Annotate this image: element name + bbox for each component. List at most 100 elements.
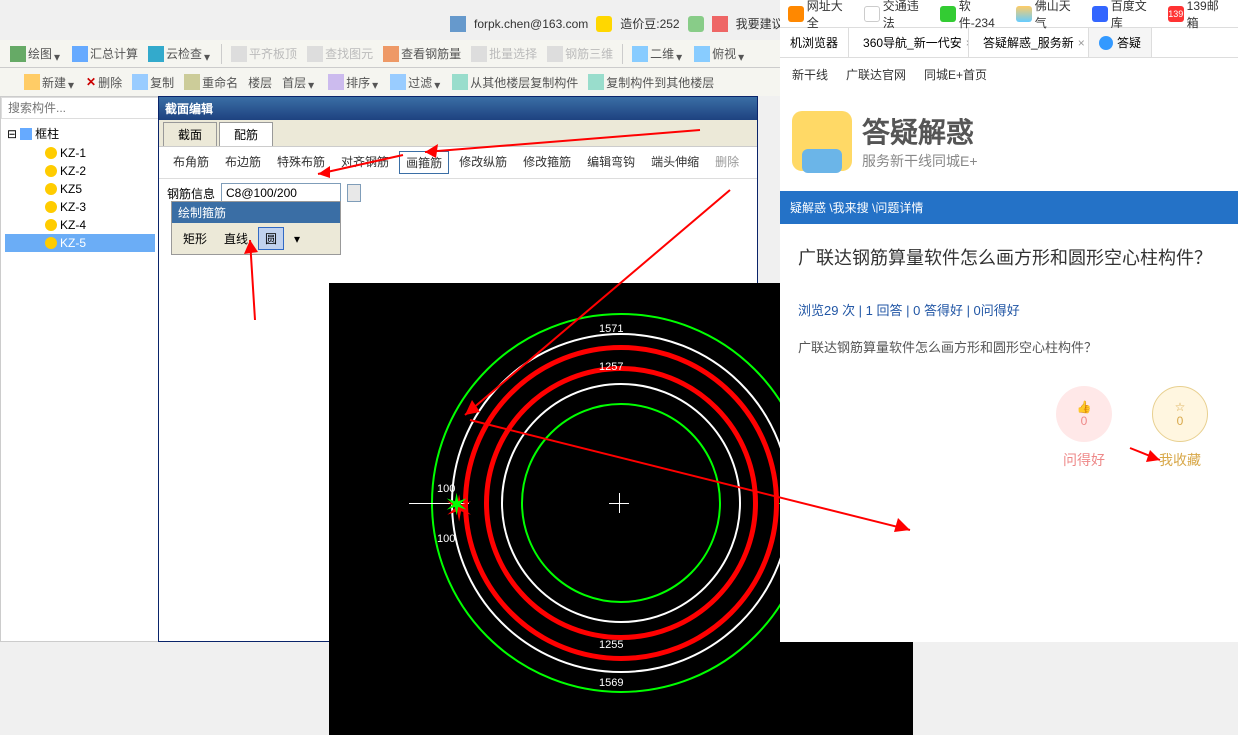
- copyfrom-icon: [452, 74, 468, 90]
- suggest-link[interactable]: 我要建议: [736, 15, 784, 32]
- user-email[interactable]: forpk.chen@163.com: [474, 17, 588, 31]
- roof-icon: [231, 46, 247, 62]
- nav-icon: [788, 6, 804, 22]
- link-gld[interactable]: 广联达官网: [846, 66, 906, 83]
- tab-section[interactable]: 截面: [163, 122, 217, 146]
- bm-nav[interactable]: 网址大全: [788, 0, 854, 31]
- vote-good[interactable]: 👍0 问得好: [1056, 386, 1112, 470]
- floor-btn[interactable]: 楼层: [244, 72, 276, 93]
- sub-toolbar: 新建▾ ✕删除 复制 重命名 楼层 首层▾ 排序▾ 过滤▾ 从其他楼层复制构件 …: [0, 68, 780, 96]
- special-btn[interactable]: 特殊布筋: [271, 151, 331, 174]
- shape-dropdown[interactable]: ▾: [287, 229, 307, 249]
- sum-icon: [72, 46, 88, 62]
- bm-soft[interactable]: 软件-234: [940, 0, 1006, 31]
- weather-icon: [1016, 6, 1032, 22]
- browser-tab[interactable]: 360导航_新一代安×: [849, 28, 969, 57]
- rename-icon: [184, 74, 200, 90]
- copyto-icon: [588, 74, 604, 90]
- close-icon[interactable]: ×: [1078, 36, 1085, 50]
- tab-rebar[interactable]: 配筋: [219, 122, 273, 146]
- sum-tool[interactable]: 汇总计算: [68, 43, 142, 64]
- tree-item-selected[interactable]: KZ-5: [5, 234, 155, 252]
- column-icon: [45, 147, 57, 159]
- link-xgx[interactable]: 新干线: [792, 66, 828, 83]
- column-icon: [45, 237, 57, 249]
- birdview-tool[interactable]: 俯视▾: [690, 43, 750, 64]
- tree-item[interactable]: KZ-2: [5, 162, 155, 180]
- tree-item[interactable]: KZ-1: [5, 144, 155, 162]
- new-btn[interactable]: 新建▾: [20, 72, 80, 93]
- viewrebar-tool[interactable]: 查看钢筋量: [379, 43, 465, 64]
- draw-stirrup-box: 绘制箍筋 矩形 直线 圆 ▾: [171, 201, 341, 255]
- bm-wenku[interactable]: 百度文库: [1092, 0, 1158, 31]
- browser-tab-home[interactable]: 机浏览器: [780, 28, 849, 57]
- link-tc[interactable]: 同城E+首页: [924, 66, 987, 83]
- copyfrom-btn[interactable]: 从其他楼层复制构件: [448, 72, 582, 93]
- corner-btn[interactable]: 布角筋: [167, 151, 215, 174]
- user-icon: [450, 16, 466, 32]
- modlong-btn[interactable]: 修改纵筋: [453, 151, 513, 174]
- nav-links: 新干线 广联达官网 同城E+首页: [780, 58, 1238, 91]
- modstir-btn[interactable]: 修改箍筋: [517, 151, 577, 174]
- bm-weather[interactable]: 佛山天气: [1016, 0, 1082, 31]
- browser-tab[interactable]: 答疑解惑_服务新×: [969, 28, 1089, 57]
- find-icon: [307, 46, 323, 62]
- edge-btn[interactable]: 布边筋: [219, 151, 267, 174]
- dim-top2: 1257: [599, 361, 623, 373]
- tree-item[interactable]: KZ-4: [5, 216, 155, 234]
- search-input[interactable]: [1, 97, 159, 119]
- left-panel: ⊟ 框柱 KZ-1 KZ-2 KZ5 KZ-3 KZ-4 KZ-5: [0, 96, 160, 642]
- copy-btn[interactable]: 复制: [128, 72, 178, 93]
- collapse-icon[interactable]: ⊟: [7, 127, 17, 141]
- browser-tab-active[interactable]: 答疑: [1089, 28, 1152, 57]
- edithook-btn[interactable]: 编辑弯钩: [581, 151, 641, 174]
- top-info-bar: forpk.chen@163.com 造价豆:252 我要建议: [450, 15, 784, 32]
- section-edit-dialog: 截面编辑 截面 配筋 布角筋 布边筋 特殊布筋 对齐钢筋 画箍筋 修改纵筋 修改…: [158, 96, 758, 642]
- firstfloor-sel[interactable]: 首层▾: [278, 72, 320, 93]
- dim-bot2: 1569: [599, 677, 623, 689]
- 2d-tool[interactable]: 二维▾: [628, 43, 688, 64]
- 3d-icon: [547, 46, 563, 62]
- cloud-icon: [148, 46, 164, 62]
- sort-btn[interactable]: 排序▾: [324, 72, 384, 93]
- root-label: 框柱: [35, 125, 59, 142]
- shape-circle[interactable]: 圆: [258, 227, 284, 250]
- suggest-icon: [712, 16, 728, 32]
- tree-item[interactable]: KZ5: [5, 180, 155, 198]
- rebar-info-dropdown[interactable]: [347, 184, 361, 202]
- del-btn[interactable]: ✕删除: [82, 72, 126, 93]
- copyto-btn[interactable]: 复制构件到其他楼层: [584, 72, 718, 93]
- cloud-tool[interactable]: 云检查▾: [144, 43, 216, 64]
- wenku-icon: [1092, 6, 1108, 22]
- delete-btn: 删除: [709, 151, 745, 174]
- endext-btn[interactable]: 端头伸缩: [645, 151, 705, 174]
- tree-root[interactable]: ⊟ 框柱: [5, 123, 155, 144]
- breadcrumb[interactable]: 疑解惑 \我来搜 \问题详情: [780, 191, 1238, 224]
- vote-fav[interactable]: ☆0 我收藏: [1152, 386, 1208, 470]
- credits-label: 造价豆:252: [620, 15, 679, 32]
- question-content: 广联达钢筋算量软件怎么画方形和圆形空心柱构件？ 浏览29 次 | 1 回答 | …: [780, 224, 1238, 376]
- 2d-icon: [632, 46, 648, 62]
- dim-top1: 1571: [599, 323, 623, 335]
- dialog-tabs: 截面 配筋: [159, 120, 757, 147]
- star-marker-g: ✶: [444, 488, 469, 523]
- banner-sub: 服务新干线同城E+: [862, 151, 978, 171]
- shape-rect[interactable]: 矩形: [176, 227, 214, 250]
- shape-line[interactable]: 直线: [217, 227, 255, 250]
- vote-good-label: 问得好: [1056, 450, 1112, 470]
- tree-item[interactable]: KZ-3: [5, 198, 155, 216]
- rebar-info-input[interactable]: [221, 183, 341, 203]
- bm-traffic[interactable]: 交通违法: [864, 0, 930, 31]
- rename-btn[interactable]: 重命名: [180, 72, 242, 93]
- bookmark-bar: 网址大全 交通违法 软件-234 佛山天气 百度文库 139139邮箱: [780, 0, 1238, 28]
- column-icon: [45, 201, 57, 213]
- drawstirrup-btn[interactable]: 画箍筋: [399, 151, 449, 174]
- align-btn[interactable]: 对齐钢筋: [335, 151, 395, 174]
- banner-title: 答疑解惑: [862, 111, 978, 151]
- filter-btn[interactable]: 过滤▾: [386, 72, 446, 93]
- draw-tool[interactable]: 绘图▾: [6, 43, 66, 64]
- column-icon: [45, 165, 57, 177]
- batchsel-tool: 批量选择: [467, 43, 541, 64]
- question-stats: 浏览29 次 | 1 回答 | 0 答得好 | 0问得好: [798, 300, 1220, 319]
- bm-mail[interactable]: 139139邮箱: [1168, 0, 1230, 31]
